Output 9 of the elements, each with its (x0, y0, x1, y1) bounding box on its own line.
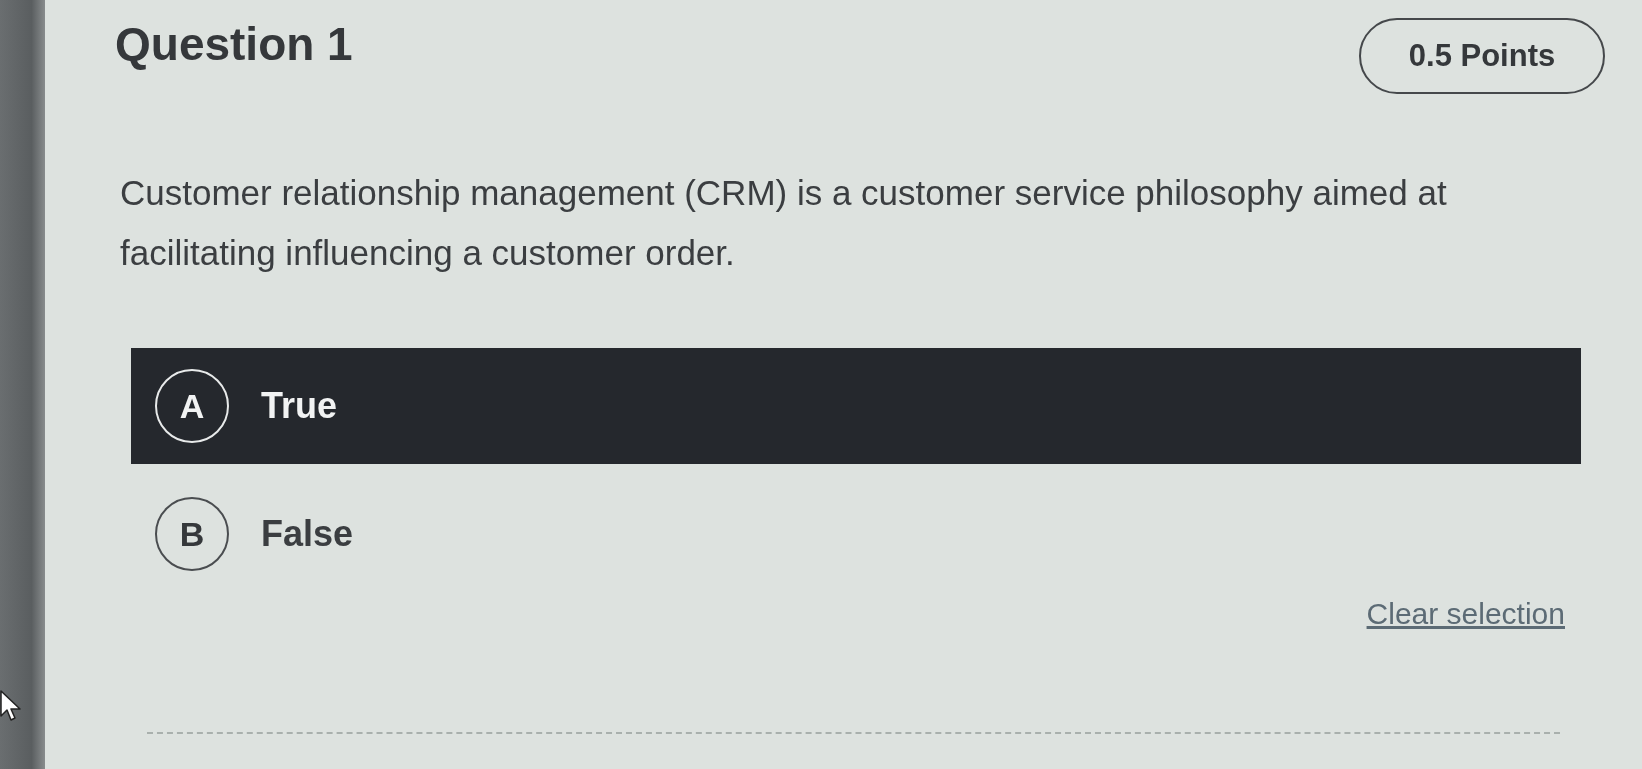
answer-option[interactable]: B False (131, 476, 1581, 592)
option-letter-circle: A (155, 369, 229, 443)
question-text: Customer relationship management (CRM) is a customer service philosophy aimed at facilitating influencing a customer order. (120, 172, 1448, 274)
answer-option[interactable]: A True (131, 348, 1581, 464)
pointer-cursor-icon (0, 690, 22, 722)
question-title: Question 1 (115, 18, 353, 70)
points-badge: 0.5 Points (1359, 18, 1605, 94)
clear-selection-link[interactable]: Clear selection (1366, 596, 1565, 632)
option-letter-circle: B (155, 497, 229, 571)
